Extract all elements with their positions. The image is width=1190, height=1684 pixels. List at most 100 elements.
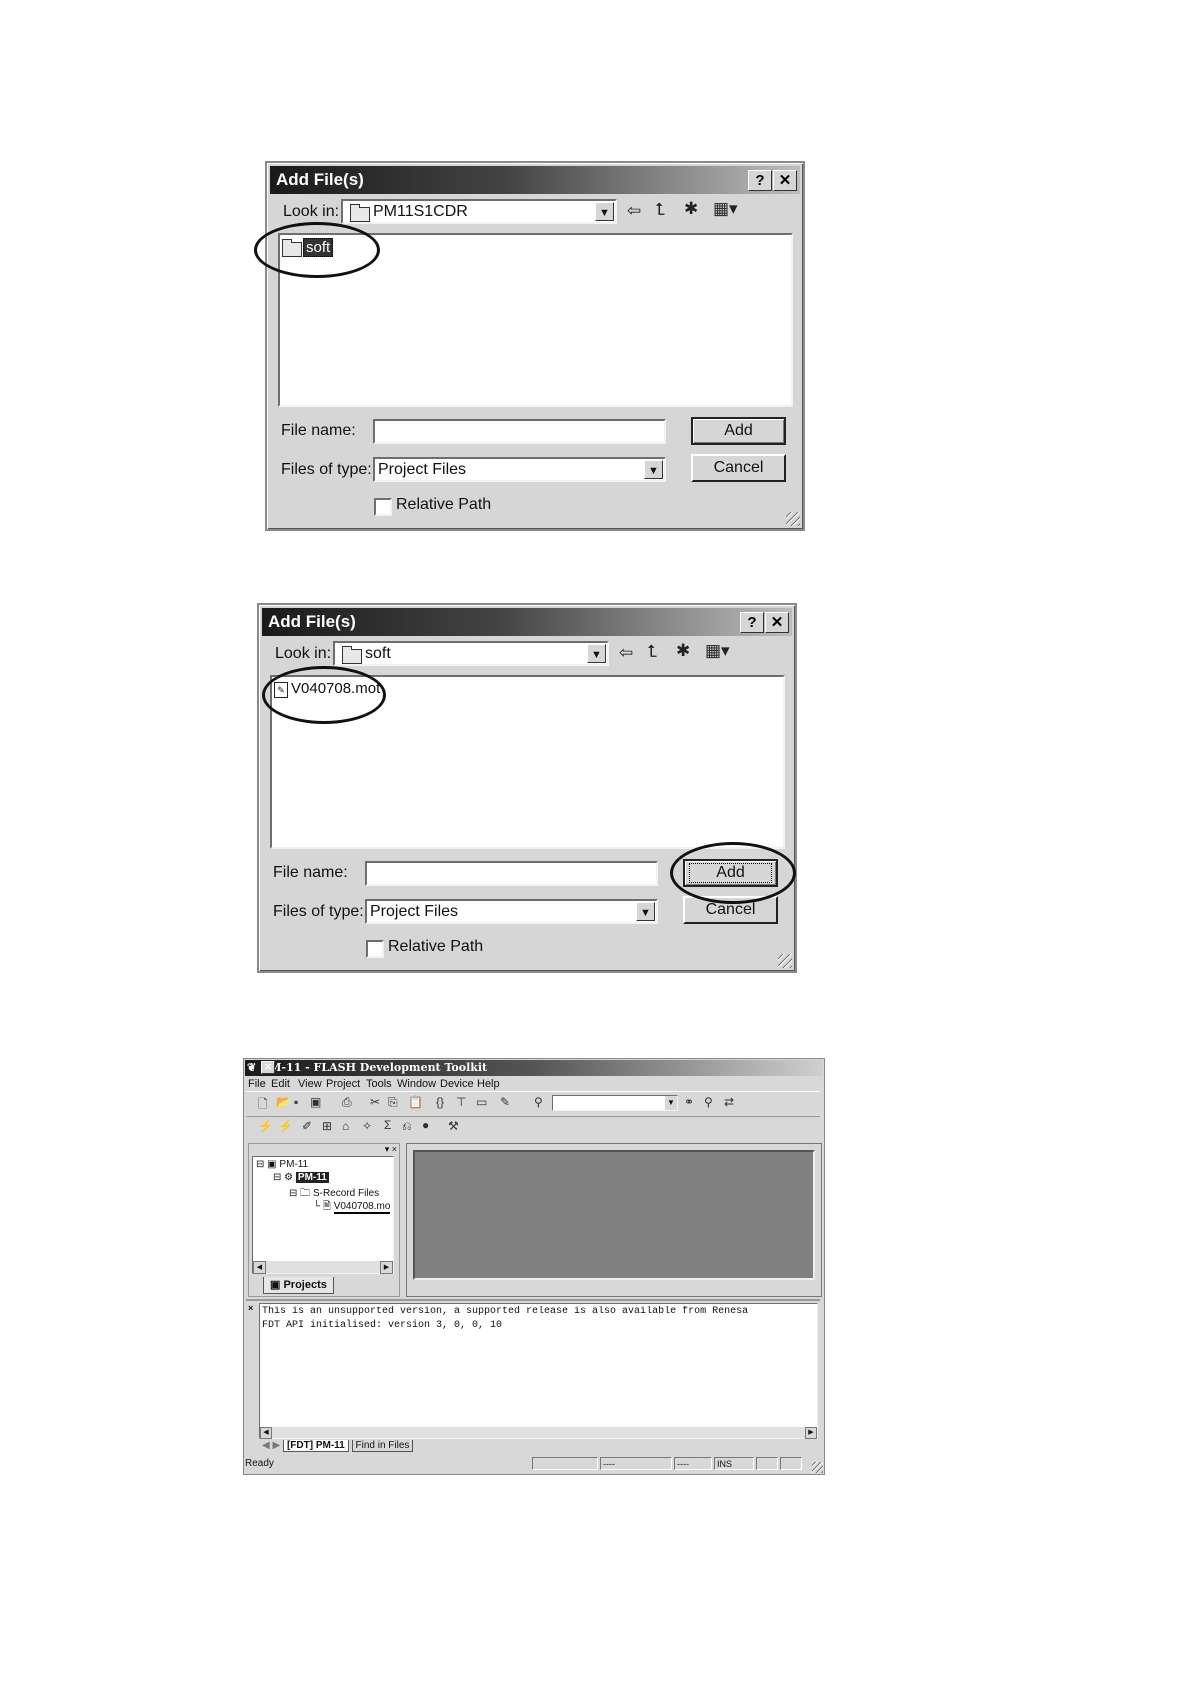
new-file-icon[interactable]: 🗋 [258, 1095, 268, 1116]
menu-tools[interactable]: Tools [366, 1078, 392, 1090]
file-name-input[interactable] [373, 419, 666, 444]
resize-grip-icon[interactable] [812, 1462, 823, 1473]
copy-icon[interactable]: ⎘ [388, 1095, 398, 1110]
scroll-right-icon[interactable]: ▶ [380, 1261, 393, 1274]
view-menu-icon[interactable]: ▦▾ [705, 641, 730, 661]
find-icon[interactable]: ⚲ [534, 1095, 543, 1109]
cut-icon[interactable]: ✂ [370, 1095, 380, 1109]
erase-icon[interactable]: ✐ [302, 1119, 312, 1133]
status-pane [780, 1457, 802, 1470]
relative-path-checkbox[interactable] [366, 940, 384, 958]
files-of-type-select[interactable]: Project Files [373, 457, 666, 482]
menu-window[interactable]: Window [397, 1078, 436, 1090]
resize-grip-icon[interactable] [778, 954, 792, 968]
find-combo[interactable]: ▼ [552, 1095, 678, 1111]
resize-grip-icon[interactable] [786, 512, 800, 526]
compare-icon[interactable]: ⎌ [402, 1119, 412, 1134]
highlight-circle [254, 222, 380, 278]
files-of-type-label: Files of type: [281, 461, 372, 478]
horizontal-scrollbar[interactable]: ◀ ▶ [260, 1427, 817, 1439]
chevron-down-icon[interactable] [636, 902, 655, 921]
menu-project[interactable]: Project [326, 1078, 360, 1090]
project-tree[interactable]: ⊟ ▣ PM-11 ⊟ ⚙ PM-11 ⊟ 🗀 S-Record Files └… [252, 1156, 394, 1274]
brace-icon[interactable]: {} [436, 1095, 444, 1109]
tree-item-file[interactable]: └ 🗎 V040708.mo [313, 1199, 391, 1216]
new-folder-icon[interactable]: ✱ [684, 199, 698, 219]
up-folder-icon[interactable]: ⮤ [655, 200, 665, 220]
collapse-icon[interactable]: ⊟ [273, 1172, 281, 1183]
edit-file-icon[interactable]: ✎ [500, 1095, 510, 1109]
dialog-title-bar[interactable]: Add File(s) ? ✕ [262, 608, 792, 636]
upload-icon[interactable]: ⌂ [342, 1119, 349, 1133]
look-in-combo[interactable]: PM11S1CDR [341, 199, 617, 224]
chevron-down-icon[interactable] [587, 644, 606, 663]
project-label: PM-11 [295, 1172, 329, 1183]
tab-find-in-files[interactable]: Find in Files [351, 1440, 414, 1452]
files-of-type-select[interactable]: Project Files [365, 899, 658, 924]
tree-item-project[interactable]: ⊟ ⚙ PM-11 [273, 1172, 329, 1183]
checksum-icon[interactable]: Σ [384, 1118, 391, 1132]
paste-icon[interactable]: 📋 [408, 1095, 423, 1109]
pane-close-icon[interactable]: ▾ × [385, 1144, 397, 1155]
print-icon[interactable]: ⎙ [342, 1095, 352, 1110]
close-button[interactable]: ✕ [773, 170, 797, 191]
binoculars-icon[interactable]: ⚭ [684, 1095, 694, 1109]
relative-path-label: Relative Path [396, 496, 492, 513]
close-icon[interactable]: × [261, 1061, 275, 1074]
help-button[interactable]: ? [748, 170, 772, 191]
add-button[interactable]: Add [691, 417, 786, 445]
chevron-down-icon[interactable]: ▼ [665, 1096, 677, 1110]
workspace-pane: ▾ × ⊟ ▣ PM-11 ⊟ ⚙ PM-11 ⊟ 🗀 S-Record Fil… [248, 1143, 400, 1297]
menu-help[interactable]: Help [477, 1078, 500, 1090]
look-in-combo[interactable]: soft [333, 641, 609, 666]
cancel-button[interactable]: Cancel [691, 454, 786, 482]
collapse-icon[interactable]: ⊟ [289, 1188, 297, 1199]
download-icon[interactable]: ✧ [362, 1119, 372, 1133]
status-pane: ---- [674, 1457, 712, 1470]
tab-fdt-pm11[interactable]: [FDT] PM-11 [282, 1440, 349, 1452]
menu-edit[interactable]: Edit [271, 1078, 290, 1090]
back-icon[interactable]: ⇦ [619, 643, 633, 663]
help-button[interactable]: ? [740, 612, 764, 633]
highlight-circle [262, 666, 386, 724]
disconnect-icon[interactable]: ⚡ [278, 1119, 293, 1133]
output-text[interactable]: This is an unsupported version, a suppor… [259, 1303, 818, 1439]
scroll-left-icon[interactable]: ◀ [253, 1261, 266, 1274]
open-icon[interactable]: 📂 [276, 1095, 291, 1109]
up-folder-icon[interactable]: ⮤ [647, 642, 657, 662]
menu-file[interactable]: File [248, 1078, 266, 1090]
menu-device[interactable]: Device [440, 1078, 474, 1090]
projects-icon: ▣ [270, 1279, 281, 1291]
toolbar-standard: 🗋 📂 ▪ ▣ ⎙ ✂ ⎘ 📋 {} ⊤ ▭ ✎ ⚲ ▼ ⚭ ⚲ ⇄ [246, 1091, 820, 1117]
chevron-down-icon[interactable] [644, 460, 663, 479]
find-next-icon[interactable]: ⚲ [704, 1095, 713, 1109]
file-name-input[interactable] [365, 861, 658, 886]
tab-projects[interactable]: ▣ Projects [263, 1277, 334, 1294]
stop-icon[interactable]: ● [422, 1118, 429, 1132]
mdi-client-area[interactable] [406, 1143, 822, 1297]
blank-check-icon[interactable]: ⊞ [322, 1119, 332, 1133]
menu-view[interactable]: View [298, 1078, 322, 1090]
relative-path-checkbox[interactable] [374, 498, 392, 516]
view-menu-icon[interactable]: ▦▾ [713, 199, 738, 219]
horizontal-scrollbar[interactable]: ◀ ▶ [253, 1261, 393, 1274]
tree-item-workspace[interactable]: ⊟ ▣ PM-11 [256, 1159, 308, 1170]
collapse-icon[interactable]: ⊟ [256, 1159, 264, 1170]
dialog-title-bar[interactable]: Add File(s) ? ✕ [270, 166, 800, 194]
save-all-icon[interactable]: ▣ [310, 1095, 321, 1109]
format-icon[interactable]: ⊤ [456, 1095, 466, 1109]
window-title-bar[interactable]: ❦ PM-11 - FLASH Development Toolkit _ □ … [245, 1060, 823, 1076]
settings-icon[interactable]: ⚒ [448, 1119, 459, 1133]
book-icon[interactable]: ▭ [476, 1095, 487, 1109]
close-button[interactable]: ✕ [765, 612, 789, 633]
tab-scroll-icon[interactable]: ◀ ▶ [262, 1440, 280, 1451]
save-icon[interactable]: ▪ [294, 1095, 298, 1109]
scroll-left-icon[interactable]: ◀ [260, 1427, 272, 1439]
replace-icon[interactable]: ⇄ [724, 1095, 734, 1109]
pane-close-icon[interactable]: × [248, 1303, 253, 1313]
connect-icon[interactable]: ⚡ [258, 1119, 273, 1133]
back-icon[interactable]: ⇦ [627, 201, 641, 221]
chevron-down-icon[interactable] [595, 202, 614, 221]
new-folder-icon[interactable]: ✱ [676, 641, 690, 661]
scroll-right-icon[interactable]: ▶ [805, 1427, 817, 1439]
